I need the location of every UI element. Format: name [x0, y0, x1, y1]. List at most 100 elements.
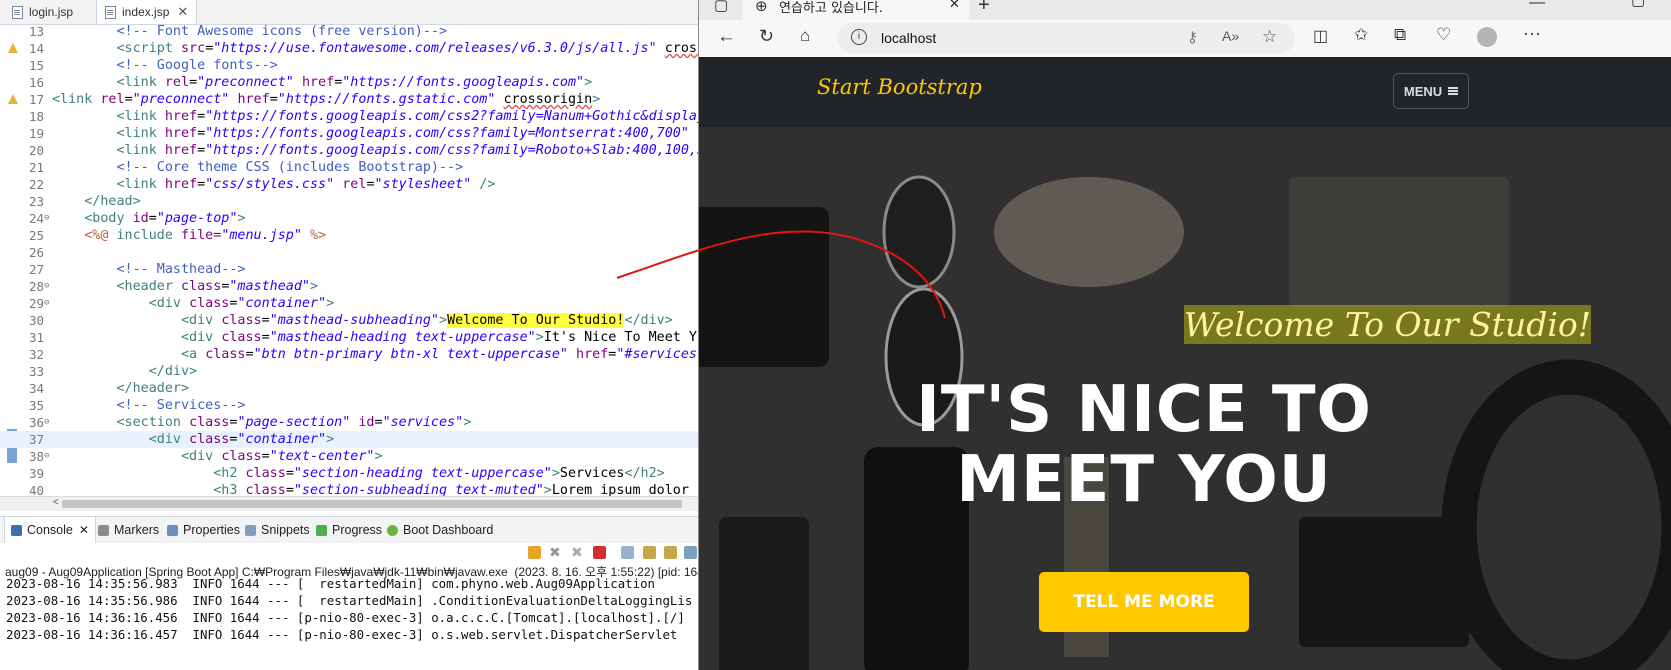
masthead-heading: IT'S NICE TO MEET YOU [916, 373, 1372, 517]
address-bar[interactable]: i localhost ⚷ A» ☆ [837, 23, 1295, 53]
code-line[interactable]: 33 </div> [0, 363, 698, 380]
horizontal-scrollbar[interactable]: < [0, 496, 698, 511]
code-text: </header> [116, 381, 190, 396]
line-number: 28 [28, 279, 44, 294]
code-line[interactable]: 25 <%@ include file="menu.jsp" %> [0, 227, 698, 244]
pin-console-icon[interactable] [684, 546, 697, 559]
tab-label: Boot Dashboard [403, 523, 494, 537]
warning-icon[interactable] [8, 43, 18, 53]
menu-button[interactable]: MENU [1393, 73, 1469, 109]
code-text: <body id="page-top"> [84, 211, 246, 226]
minimize-icon[interactable]: — [1529, 0, 1545, 12]
clear-console-icon[interactable] [621, 546, 634, 559]
editor-tab-bar: login.jsp index.jsp ✕ [0, 0, 698, 25]
code-line[interactable]: 40 <h3 class="section-subheading text-mu… [0, 482, 698, 496]
new-tab-button[interactable]: + [978, 0, 990, 17]
code-line[interactable]: 17 <link rel="preconnect" href="https://f… [0, 91, 698, 108]
avatar[interactable] [1477, 27, 1497, 47]
read-aloud-icon[interactable]: A» [1222, 28, 1239, 44]
tab-markers[interactable]: Markers [98, 517, 159, 543]
tab-index-jsp[interactable]: index.jsp ✕ [96, 0, 198, 24]
code-line[interactable]: 13 <!-- Font Awesome icons (free version… [0, 24, 698, 40]
line-number: 37 [28, 432, 44, 447]
tab-properties[interactable]: Properties [167, 517, 240, 543]
code-line[interactable]: 34 </header> [0, 380, 698, 397]
code-line[interactable]: 31 <div class="masthead-heading text-upp… [0, 329, 698, 346]
remove-all-icon[interactable]: ✖ [571, 544, 584, 560]
code-line[interactable]: 22 <link href="css/styles.css" rel="styl… [0, 176, 698, 193]
scroll-thumb[interactable] [62, 500, 682, 508]
code-line[interactable]: 19 <link href="https://fonts.googleapis.… [0, 125, 698, 142]
code-line[interactable]: 39 <h2 class="section-heading text-upper… [0, 465, 698, 482]
browser-tab[interactable]: ⊕ 연습하고 있습니다. ✕ [743, 0, 969, 20]
line-number: 39 [28, 466, 44, 481]
close-icon[interactable]: ✕ [79, 523, 89, 537]
tab-actions-icon[interactable]: ▢ [714, 0, 728, 14]
tab-boot-dashboard[interactable]: Boot Dashboard [387, 517, 493, 543]
code-text: <h3 class="section-subheading text-muted… [213, 483, 698, 496]
line-number: 18 [28, 109, 44, 124]
code-line[interactable]: 21 <!-- Core theme CSS (includes Bootstr… [0, 159, 698, 176]
split-screen-icon[interactable]: ◫ [1313, 26, 1328, 46]
code-line[interactable]: 38 ⊖ <div class="text-center"> [0, 448, 698, 465]
scroll-lock-icon[interactable] [643, 546, 656, 559]
tell-me-more-button[interactable]: TELL ME MORE [1039, 572, 1249, 632]
relaunch-icon[interactable] [528, 546, 541, 559]
knife-shape [719, 517, 809, 670]
more-icon[interactable]: ··· [1523, 23, 1541, 44]
code-line[interactable]: 18 <link href="https://fonts.googleapis.… [0, 108, 698, 125]
code-line[interactable]: 37 <div class="container"> [0, 431, 698, 448]
code-line[interactable]: 35 <!-- Services--> [0, 397, 698, 414]
terminate-icon[interactable] [593, 546, 606, 559]
line-number: 26 [28, 245, 44, 260]
code-line[interactable]: 20 <link href="https://fonts.googleapis.… [0, 142, 698, 159]
close-icon[interactable]: ✕ [177, 4, 188, 20]
key-icon[interactable]: ⚷ [1187, 28, 1198, 46]
fold-icon[interactable]: ⊖ [44, 210, 49, 227]
back-icon[interactable]: ← [717, 26, 736, 48]
code-line[interactable]: 23 </head> [0, 193, 698, 210]
site-info-icon[interactable]: i [851, 29, 867, 45]
scroll-left-icon[interactable]: < [53, 497, 59, 508]
fold-icon[interactable]: ⊖ [44, 278, 49, 295]
code-line[interactable]: 14 <script src="https://use.fontawesome.… [0, 40, 698, 57]
maximize-icon[interactable]: ▢ [1631, 0, 1645, 9]
code-line[interactable]: 29 ⊖ <div class="container"> [0, 295, 698, 312]
code-line[interactable]: 27 <!-- Masthead--> [0, 261, 698, 278]
fold-icon[interactable]: ⊖ [44, 448, 49, 465]
collections-icon[interactable]: ⧉ [1394, 25, 1406, 45]
navbar-brand[interactable]: Start Bootstrap [817, 75, 982, 99]
tab-snippets[interactable]: Snippets [245, 517, 310, 543]
home-icon[interactable]: ⌂ [800, 26, 810, 46]
code-line[interactable]: 26 [0, 244, 698, 261]
code-text: <div class="container"> [148, 432, 335, 447]
code-line[interactable]: 30 <div class="masthead-subheading">Welc… [0, 312, 698, 329]
code-line[interactable]: 28 ⊖ <header class="masthead"> [0, 278, 698, 295]
word-wrap-icon[interactable] [664, 546, 677, 559]
code-line[interactable]: 36 ⊖ <section class="page-section" id="se… [0, 414, 698, 431]
remove-launch-icon[interactable]: ✖ [549, 544, 562, 560]
close-icon[interactable]: ✕ [949, 0, 960, 12]
fold-icon[interactable]: ⊖ [44, 295, 49, 312]
log-line: 2023-08-16 14:36:16.457 INFO 1644 --- [p… [6, 627, 678, 642]
code-editor[interactable]: 13 <!-- Font Awesome icons (free version… [0, 24, 698, 496]
code-text: <div class="container"> [148, 296, 335, 311]
warning-icon[interactable] [8, 94, 18, 104]
code-line[interactable]: 16 <link rel="preconnect" href="https://… [0, 74, 698, 91]
code-text: <link href="https://fonts.googleapis.com… [116, 126, 699, 141]
tab-progress[interactable]: Progress [316, 517, 382, 543]
favorites-icon[interactable]: ✩ [1354, 25, 1368, 45]
tab-console[interactable]: Console ✕ [4, 517, 96, 543]
code-line[interactable]: 15 <!-- Google fonts--> [0, 57, 698, 74]
console-icon [11, 524, 22, 536]
browser-essentials-icon[interactable]: ♡ [1436, 25, 1451, 45]
log-line: 2023-08-16 14:36:16.456 INFO 1644 --- [p… [6, 610, 685, 625]
code-text: <!-- Core theme CSS (includes Bootstrap)… [52, 160, 464, 175]
tab-login-jsp[interactable]: login.jsp [12, 0, 73, 24]
favorite-icon[interactable]: ☆ [1262, 27, 1277, 47]
code-line[interactable]: 32 <a class="btn btn-primary btn-xl text… [0, 346, 698, 363]
fold-icon[interactable]: ⊖ [44, 414, 49, 431]
line-number: 25 [28, 228, 44, 243]
code-line[interactable]: 24 ⊖ <body id="page-top"> [0, 210, 698, 227]
refresh-icon[interactable]: ↻ [759, 26, 774, 47]
